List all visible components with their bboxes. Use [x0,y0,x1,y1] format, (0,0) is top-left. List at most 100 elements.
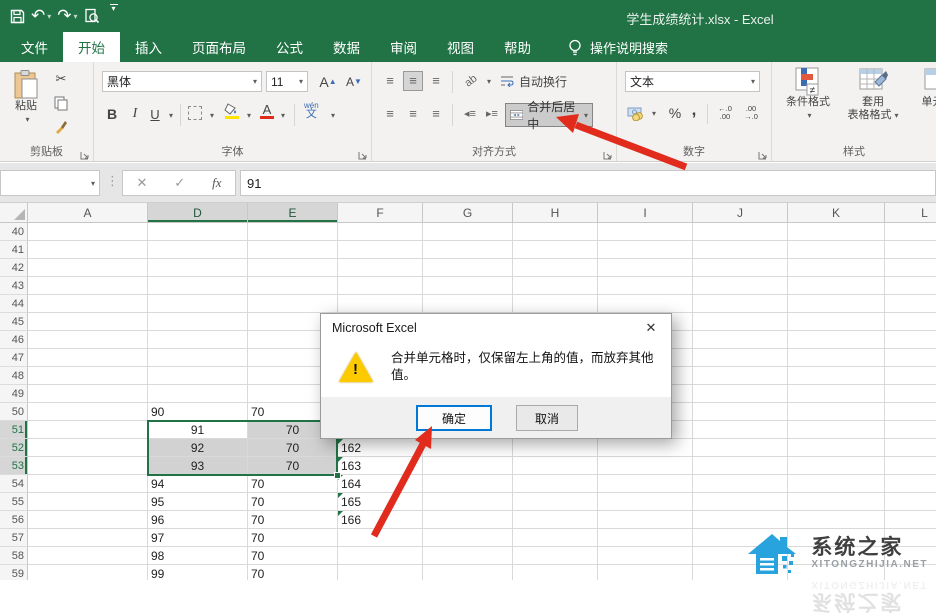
column-header-G[interactable]: G [423,203,513,223]
cell-J51[interactable] [693,421,788,439]
paste-dropdown-icon[interactable]: ▾ [25,113,29,126]
cell-L46[interactable] [885,331,936,349]
undo-dropdown-icon[interactable]: ▾ [47,12,51,21]
cell-J55[interactable] [693,493,788,511]
comma-style-button[interactable]: , [687,100,701,120]
cell-A44[interactable] [28,295,148,313]
tab-公式[interactable]: 公式 [261,32,318,62]
cell-K54[interactable] [788,475,885,493]
row-header-43[interactable]: 43 [0,277,28,295]
row-header-44[interactable]: 44 [0,295,28,313]
cell-E58[interactable]: 70 [248,547,338,565]
row-header-59[interactable]: 59 [0,565,28,580]
cell-A52[interactable] [28,439,148,457]
cell-A49[interactable] [28,385,148,403]
cell-G56[interactable] [423,511,513,529]
cell-G54[interactable] [423,475,513,493]
cell-A40[interactable] [28,223,148,241]
shrink-font-button[interactable]: A▼ [342,71,366,92]
cell-I52[interactable] [598,439,693,457]
row-header-48[interactable]: 48 [0,367,28,385]
cell-L43[interactable] [885,277,936,295]
row-header-54[interactable]: 54 [0,475,28,493]
cell-G53[interactable] [423,457,513,475]
cell-J52[interactable] [693,439,788,457]
cell-H59[interactable] [513,565,598,580]
cell-L56[interactable] [885,511,936,529]
cell-F58[interactable] [338,547,423,565]
accounting-dropdown-icon[interactable]: ▾ [652,109,656,118]
cell-F43[interactable] [338,277,423,295]
cell-L49[interactable] [885,385,936,403]
increase-decimal-button[interactable]: ←.0.00 [713,103,737,123]
align-right-button[interactable]: ≡ [426,104,446,124]
column-header-E[interactable]: E [248,203,338,223]
number-format-select[interactable]: 文本▾ [625,71,760,92]
merge-dropdown-icon[interactable]: ▾ [584,111,588,120]
column-header-L[interactable]: L [885,203,936,223]
row-header-53[interactable]: 53 [0,457,28,475]
cell-J45[interactable] [693,313,788,331]
cell-A47[interactable] [28,349,148,367]
format-table-dropdown-icon[interactable]: ▾ [894,111,898,120]
cell-F42[interactable] [338,259,423,277]
row-header-57[interactable]: 57 [0,529,28,547]
cell-K56[interactable] [788,511,885,529]
cell-F53[interactable]: 163 [338,457,423,475]
alignment-dialog-launcher[interactable] [603,147,613,157]
column-header-K[interactable]: K [788,203,885,223]
cell-G42[interactable] [423,259,513,277]
cell-J54[interactable] [693,475,788,493]
cell-K47[interactable] [788,349,885,367]
align-bottom-button[interactable]: ≡ [426,71,446,91]
row-header-47[interactable]: 47 [0,349,28,367]
cell-I58[interactable] [598,547,693,565]
cell-H58[interactable] [513,547,598,565]
cell-L45[interactable] [885,313,936,331]
cell-L42[interactable] [885,259,936,277]
underline-button[interactable]: U [146,104,164,124]
cell-K43[interactable] [788,277,885,295]
cell-A41[interactable] [28,241,148,259]
cell-L52[interactable] [885,439,936,457]
cell-I42[interactable] [598,259,693,277]
cell-H56[interactable] [513,511,598,529]
column-header-J[interactable]: J [693,203,788,223]
cell-L48[interactable] [885,367,936,385]
cell-I54[interactable] [598,475,693,493]
ok-button[interactable]: 确定 [416,405,492,431]
cell-F52[interactable]: 162 [338,439,423,457]
cell-K50[interactable] [788,403,885,421]
cell-L44[interactable] [885,295,936,313]
row-header-49[interactable]: 49 [0,385,28,403]
cell-K46[interactable] [788,331,885,349]
bold-button[interactable]: B [102,104,122,124]
name-box-dropdown-icon[interactable]: ▾ [91,179,95,188]
column-header-D[interactable]: D [148,203,248,223]
cell-E40[interactable] [248,223,338,241]
cell-A56[interactable] [28,511,148,529]
cell-K45[interactable] [788,313,885,331]
cell-F54[interactable]: 164 [338,475,423,493]
tab-帮助[interactable]: 帮助 [489,32,546,62]
cell-G57[interactable] [423,529,513,547]
cell-L40[interactable] [885,223,936,241]
cell-J40[interactable] [693,223,788,241]
cell-J49[interactable] [693,385,788,403]
tab-视图[interactable]: 视图 [432,32,489,62]
cell-K42[interactable] [788,259,885,277]
cell-I56[interactable] [598,511,693,529]
cell-G52[interactable] [423,439,513,457]
cell-L53[interactable] [885,457,936,475]
align-top-button[interactable]: ≡ [380,71,400,91]
merge-and-center-button[interactable]: 合并后居中 ▾ [505,103,593,127]
cell-H53[interactable] [513,457,598,475]
cell-A45[interactable] [28,313,148,331]
tab-开始[interactable]: 开始 [63,32,120,62]
decrease-indent-button[interactable]: ◂≡ [460,104,480,124]
row-header-40[interactable]: 40 [0,223,28,241]
grow-font-button[interactable]: A▲ [316,71,340,92]
align-center-button[interactable]: ≡ [403,104,423,124]
fill-color-dropdown-icon[interactable]: ▾ [247,111,251,120]
cell-E41[interactable] [248,241,338,259]
